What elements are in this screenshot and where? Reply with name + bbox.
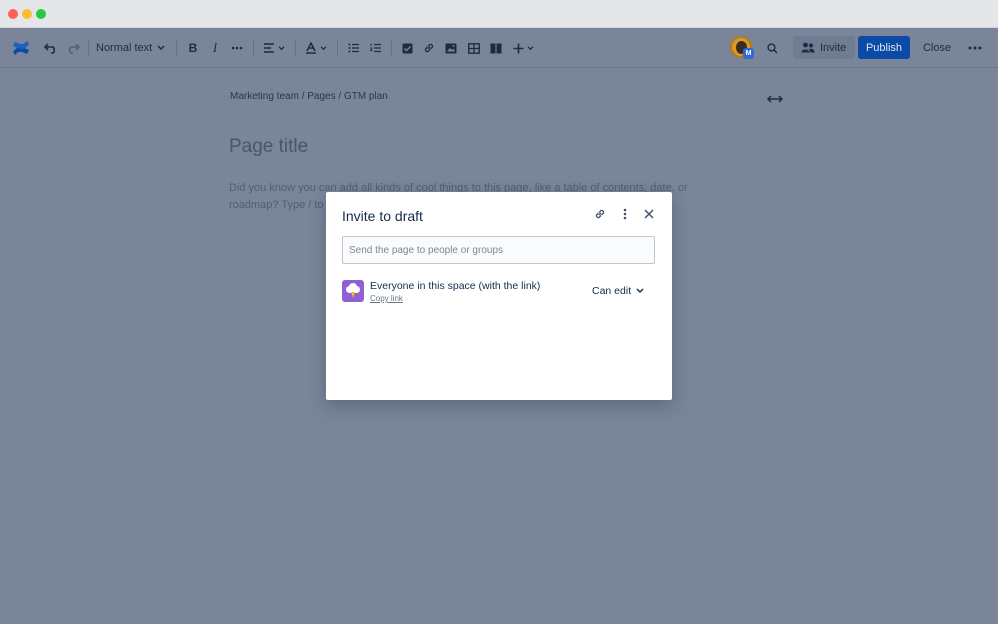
maximize-window-button[interactable] bbox=[36, 9, 46, 19]
permission-value: Can edit bbox=[592, 285, 632, 297]
numbered-list-icon[interactable] bbox=[368, 38, 384, 58]
more-options-icon[interactable] bbox=[617, 206, 633, 222]
toolbar-divider bbox=[337, 40, 338, 56]
toolbar-divider bbox=[88, 40, 89, 56]
chevron-down-icon bbox=[278, 45, 285, 50]
undo-icon[interactable] bbox=[42, 38, 60, 58]
text-color-icon bbox=[306, 42, 316, 54]
chevron-down-icon bbox=[527, 45, 533, 50]
text-color-dropdown[interactable] bbox=[304, 38, 328, 58]
more-actions-icon[interactable] bbox=[966, 38, 984, 58]
invite-label: Invite bbox=[820, 41, 847, 54]
image-icon[interactable] bbox=[443, 38, 459, 58]
editor-toolbar: Normal text B I M Invite Publish Close bbox=[0, 28, 998, 68]
close-editor-button[interactable]: Close bbox=[918, 36, 956, 59]
minimize-window-button[interactable] bbox=[22, 9, 32, 19]
invite-modal: Invite to draft Everyone in this space (… bbox=[326, 192, 672, 400]
layouts-icon[interactable] bbox=[488, 38, 504, 58]
confluence-logo-icon[interactable] bbox=[11, 38, 31, 58]
chevron-down-icon bbox=[636, 288, 644, 294]
page-title-input[interactable]: Page title bbox=[229, 136, 308, 158]
space-avatar-icon bbox=[342, 280, 364, 302]
link-icon[interactable] bbox=[421, 38, 437, 58]
search-icon[interactable] bbox=[764, 38, 780, 58]
copy-link-icon[interactable] bbox=[592, 206, 608, 222]
redo-icon[interactable] bbox=[64, 38, 82, 58]
toolbar-divider bbox=[176, 40, 177, 56]
plus-icon bbox=[513, 43, 523, 53]
align-left-icon bbox=[264, 43, 274, 53]
toolbar-divider bbox=[295, 40, 296, 56]
table-icon[interactable] bbox=[466, 38, 482, 58]
copy-link-button[interactable]: Copy link bbox=[370, 294, 403, 303]
invite-button[interactable]: Invite bbox=[793, 36, 855, 59]
permission-dropdown[interactable]: Can edit bbox=[592, 284, 644, 298]
chevron-down-icon bbox=[320, 45, 327, 50]
space-access-label: Everyone in this space (with the link) bbox=[370, 280, 541, 292]
italic-icon[interactable]: I bbox=[207, 38, 223, 58]
chevron-down-icon bbox=[157, 45, 165, 51]
invite-search-input[interactable] bbox=[342, 236, 655, 264]
action-item-icon[interactable] bbox=[399, 38, 415, 58]
modal-title: Invite to draft bbox=[342, 208, 423, 224]
bullet-list-icon[interactable] bbox=[346, 38, 362, 58]
bold-icon[interactable]: B bbox=[185, 38, 201, 58]
expand-width-icon[interactable] bbox=[766, 90, 784, 108]
text-style-dropdown[interactable]: Normal text bbox=[96, 38, 168, 58]
window-titlebar bbox=[0, 0, 998, 28]
publish-button[interactable]: Publish bbox=[858, 36, 910, 59]
toolbar-divider bbox=[391, 40, 392, 56]
close-icon[interactable] bbox=[641, 206, 657, 222]
insert-dropdown[interactable] bbox=[511, 38, 535, 58]
alignment-dropdown[interactable] bbox=[262, 38, 286, 58]
more-formatting-icon[interactable] bbox=[229, 38, 245, 58]
toolbar-divider bbox=[253, 40, 254, 56]
breadcrumb[interactable]: Marketing team / Pages / GTM plan bbox=[230, 91, 388, 102]
avatar-badge: M bbox=[743, 48, 754, 59]
close-window-button[interactable] bbox=[8, 9, 18, 19]
text-style-label: Normal text bbox=[96, 42, 153, 54]
people-icon bbox=[801, 42, 815, 53]
